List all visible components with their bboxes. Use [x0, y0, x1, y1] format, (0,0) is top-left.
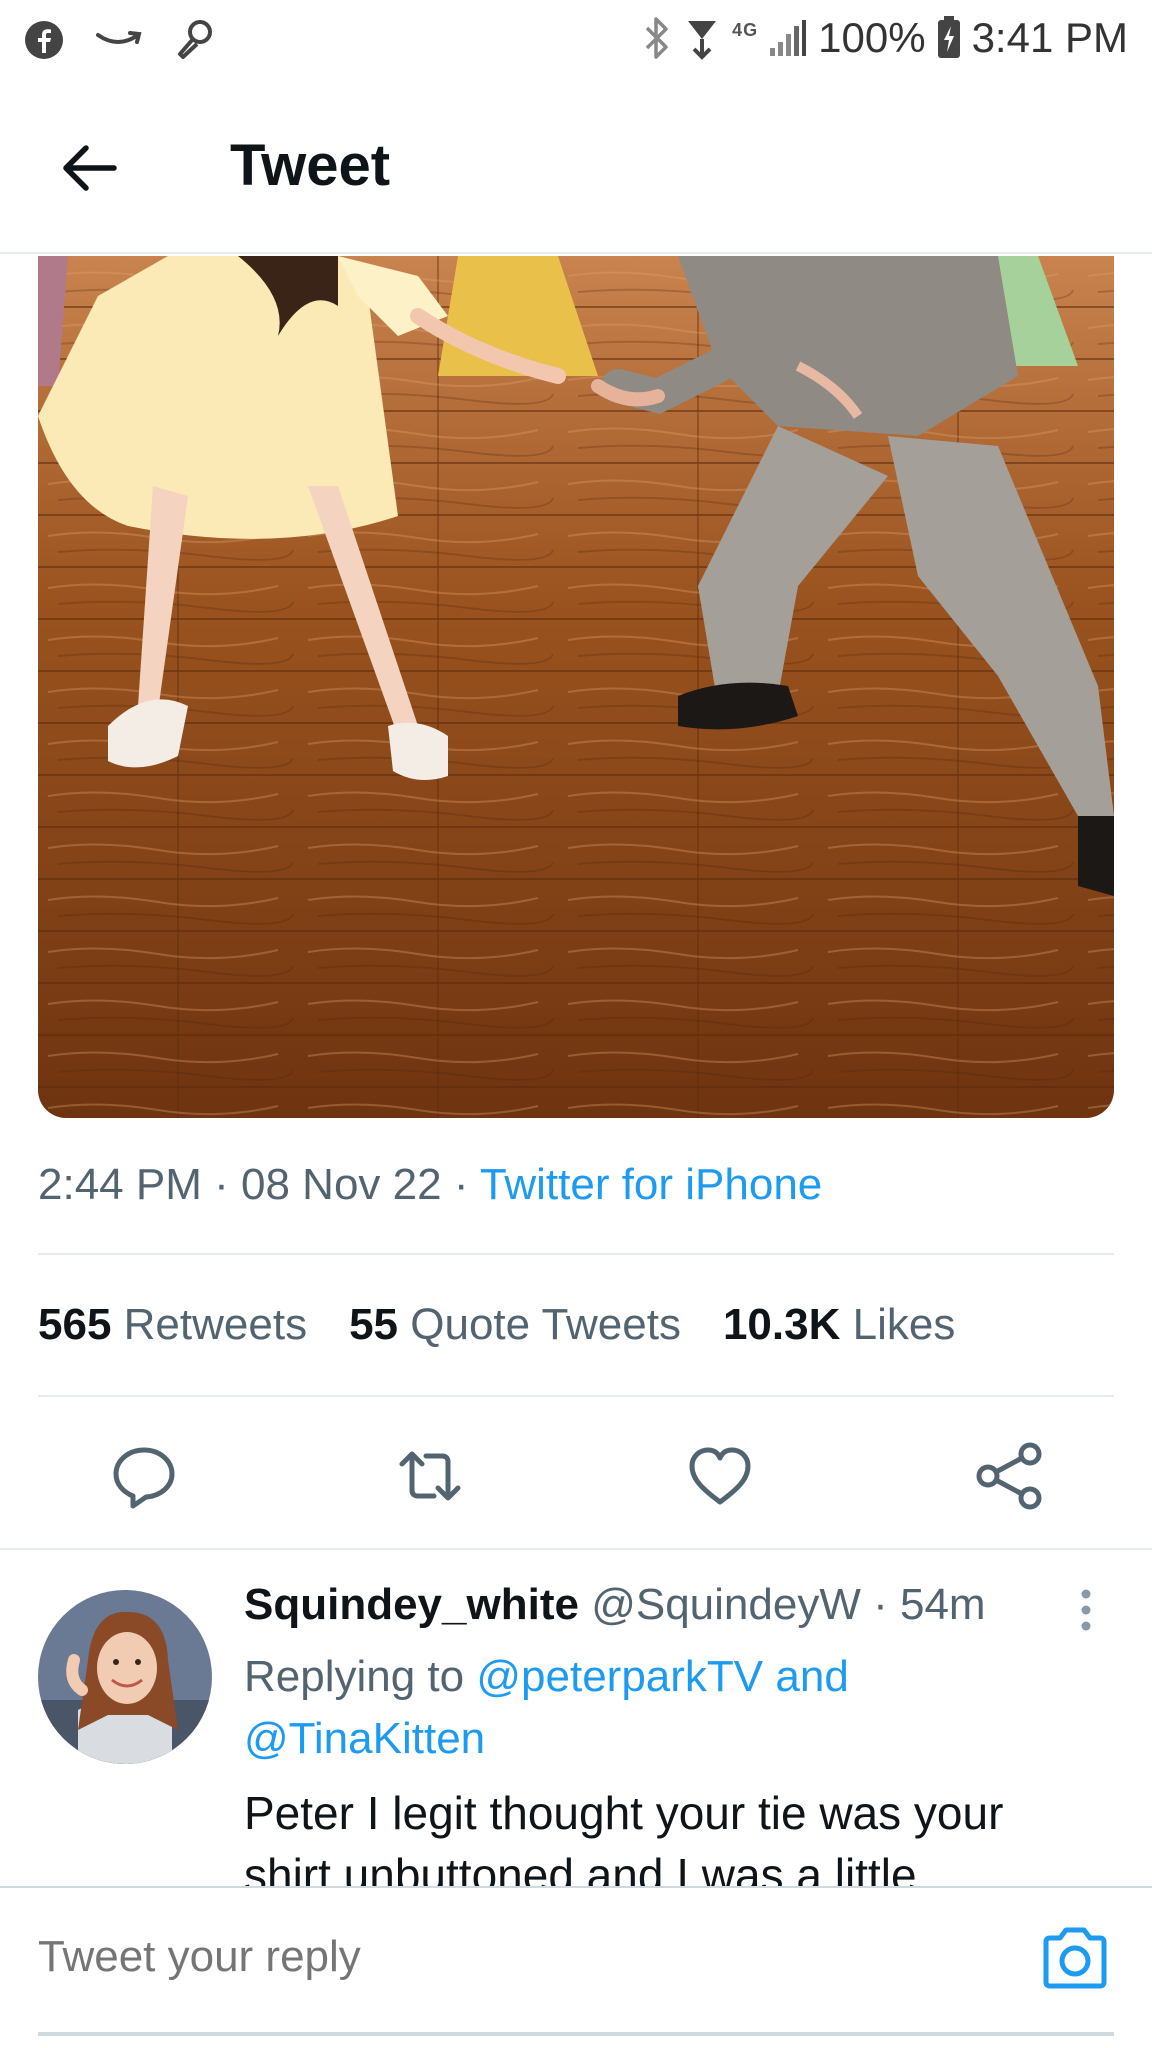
tweet-stats: 565 Retweets 55 Quote Tweets 10.3K Likes — [38, 1300, 955, 1350]
more-options-icon[interactable] — [1076, 1586, 1096, 1634]
tweet-timestamp-line: 2:44 PM · 08 Nov 22 · Twitter for iPhone — [38, 1160, 822, 1210]
tweet-actions — [0, 1440, 1152, 1550]
input-underline — [38, 2032, 1114, 2036]
reply-icon[interactable] — [108, 1440, 180, 1512]
status-bar: 4G 100% 3:41 PM — [0, 0, 1152, 80]
quotes-stat[interactable]: 55 Quote Tweets — [349, 1300, 681, 1350]
signal-icon — [770, 20, 807, 56]
dance-photo — [38, 256, 1114, 1118]
avatar-photo — [38, 1590, 212, 1764]
compose-bar — [0, 1886, 1152, 2048]
quotes-count: 55 — [349, 1300, 399, 1349]
retweets-label: Retweets — [123, 1300, 308, 1349]
reply-time: 54m — [899, 1580, 986, 1629]
replying-label: Replying to — [244, 1652, 465, 1701]
battery-icon — [937, 16, 960, 58]
microphone-icon — [178, 20, 212, 59]
battery-percent: 100% — [818, 14, 926, 61]
replying-to: Replying to @peterparkTV and @TinaKitten — [244, 1646, 1044, 1770]
retweet-icon[interactable] — [394, 1440, 466, 1512]
separator: · — [873, 1580, 900, 1629]
reply-input[interactable] — [38, 1932, 938, 1982]
share-icon[interactable] — [974, 1440, 1046, 1512]
avatar[interactable] — [38, 1590, 212, 1764]
quotes-label: Quote Tweets — [410, 1300, 681, 1349]
clock: 3:41 PM — [971, 14, 1128, 61]
likes-count: 10.3K — [722, 1300, 841, 1349]
arrow-left-icon[interactable] — [58, 136, 122, 200]
facebook-icon — [25, 21, 63, 59]
divider — [0, 1548, 1152, 1550]
reply-display-name[interactable]: Squindey_white — [244, 1580, 579, 1629]
tweet-time: 2:44 PM — [38, 1160, 202, 1209]
reply-header: Squindey_white @SquindeyW · 54m — [244, 1580, 986, 1630]
amazon-icon — [96, 31, 142, 44]
mention-link[interactable]: @peterparkTV and — [476, 1652, 848, 1701]
tweet-source-link[interactable]: Twitter for iPhone — [480, 1160, 822, 1209]
page-title: Tweet — [230, 133, 391, 198]
network-type: 4G — [732, 19, 759, 40]
retweets-stat[interactable]: 565 Retweets — [38, 1300, 307, 1350]
likes-label: Likes — [852, 1300, 956, 1349]
camera-icon[interactable] — [1040, 1926, 1110, 1990]
tweet-date: 08 Nov 22 — [241, 1160, 442, 1209]
bluetooth-icon — [645, 17, 668, 59]
separator: · — [214, 1160, 241, 1209]
separator: · — [453, 1160, 480, 1209]
mention-link[interactable]: @TinaKitten — [244, 1714, 485, 1763]
reply-body: Peter I legit thought your tie was your … — [244, 1787, 1004, 1886]
reply-handle[interactable]: @SquindeyW — [591, 1580, 861, 1629]
divider — [38, 1395, 1114, 1397]
divider — [38, 1253, 1114, 1255]
alarm-icon — [688, 21, 717, 60]
like-icon[interactable] — [684, 1440, 756, 1512]
likes-stat[interactable]: 10.3K Likes — [723, 1300, 955, 1350]
retweets-count: 565 — [38, 1300, 112, 1349]
top-app-bar: Tweet — [0, 80, 1152, 254]
tweet-image[interactable] — [38, 256, 1114, 1118]
